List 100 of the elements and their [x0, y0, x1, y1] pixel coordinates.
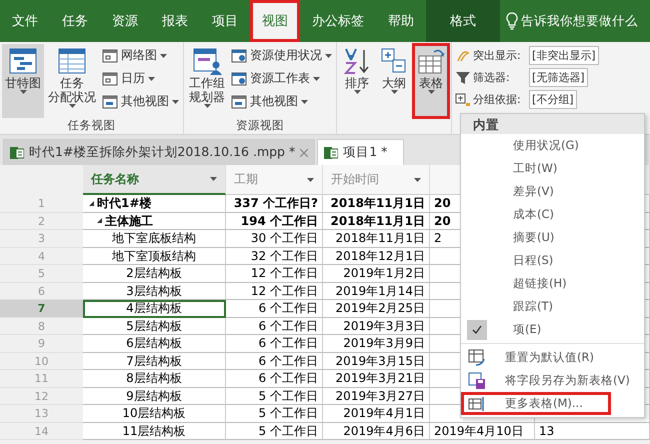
menu-item[interactable]: 日程(S): [461, 249, 644, 272]
filter-icon: [455, 70, 471, 86]
dropdown-arrow-icon: [210, 177, 217, 181]
ribbon-tab[interactable]: 办公标签: [300, 0, 376, 42]
table-cell: 2019年3月15日: [323, 352, 430, 370]
ribbon-button[interactable]: 资源使用状况: [229, 46, 334, 65]
caret-icon: [428, 90, 434, 94]
team-planner-icon: [192, 46, 222, 76]
table-cell: 6 个工作日: [226, 318, 323, 335]
project-file-icon: [324, 146, 338, 160]
caret-icon: [148, 76, 155, 80]
ribbon-button[interactable]: 日历: [100, 69, 181, 88]
table-cell: 2018年11月1日: [323, 230, 430, 248]
table-cell: 2019年4月1日: [323, 405, 430, 422]
caret-icon: [160, 54, 167, 58]
table-cell: 2019年4月10日: [430, 422, 535, 440]
table-cell: 194 个工作日: [226, 212, 323, 230]
ribbon-button[interactable]: 工作组 规划器: [186, 44, 228, 118]
gantt-chart-icon: [8, 46, 38, 76]
table-cell: 地下室底板结构: [83, 230, 226, 248]
ribbon-tab[interactable]: 视图: [250, 0, 300, 42]
dropdown-field[interactable]: [无筛选器]: [529, 68, 588, 87]
lightbulb-icon: [506, 12, 518, 30]
table-cell: 6 个工作日: [226, 335, 323, 352]
view-icon: [102, 48, 118, 64]
group-label: 资源视图: [235, 118, 285, 134]
reset-table-icon: [468, 348, 486, 366]
menu-item[interactable]: 项(E): [461, 318, 644, 341]
view-icon: [102, 94, 118, 110]
ribbon-button[interactable]: 大纲: [376, 44, 412, 118]
ribbon-button[interactable]: 任务 分配状况: [45, 44, 99, 118]
ribbon-button[interactable]: 其他视图: [229, 92, 334, 111]
ribbon-button[interactable]: 表格: [413, 44, 449, 118]
field-label: 突出显示:: [473, 48, 522, 63]
ribbon-tab[interactable]: 报表: [150, 0, 200, 42]
ribbon-tab[interactable]: 资源: [100, 0, 150, 42]
table-cell: 6层结构板: [83, 335, 226, 352]
column-header[interactable]: 任务名称: [83, 165, 226, 195]
menu-item[interactable]: 使用状况(G): [461, 134, 644, 157]
caret-icon: [172, 100, 179, 104]
ribbon-button[interactable]: 网络图: [100, 46, 181, 65]
resource-sheet-icon: [231, 48, 247, 64]
ribbon-tab[interactable]: 任务: [50, 0, 100, 42]
document-tab[interactable]: 项目1 *: [317, 139, 404, 165]
ribbon-button[interactable]: 甘特图: [2, 44, 44, 118]
caret-icon: [20, 90, 26, 94]
collapse-icon[interactable]: [97, 218, 102, 224]
ribbon-tab[interactable]: 项目: [200, 0, 250, 42]
ribbon-tab[interactable]: 文件: [0, 0, 50, 42]
menu-item[interactable]: 重置为默认值(R): [461, 346, 644, 369]
caret-icon: [204, 104, 210, 108]
dropdown-arrow-icon: [414, 178, 421, 182]
table-cell: 地下室顶板结构: [83, 248, 226, 265]
dropdown-field[interactable]: [不分组]: [529, 90, 577, 109]
table-cell: 2019年1月2日: [323, 265, 430, 282]
caret-icon: [325, 54, 332, 58]
menu-item[interactable]: 跟踪(T): [461, 295, 644, 318]
field-label: 筛选器:: [473, 70, 511, 85]
resource-sheet-icon: [231, 70, 247, 86]
collapse-icon[interactable]: [89, 200, 94, 206]
caret-icon: [354, 90, 360, 94]
ribbon-button[interactable]: 其他视图: [100, 92, 181, 111]
ribbon-tab[interactable]: 帮助: [376, 0, 426, 42]
table-cell: 2018年11月1日: [323, 212, 430, 230]
caret-icon: [313, 76, 320, 80]
dropdown-arrow-icon: [307, 178, 314, 182]
group-label: 任务视图: [66, 118, 116, 134]
table-cell: 337 个工作日?: [226, 195, 323, 212]
table-cell: 6 个工作日: [226, 352, 323, 370]
menu-item[interactable]: 更多表格(M)...: [461, 392, 611, 415]
table-icon: [468, 394, 486, 412]
table-cell: 5 个工作日: [226, 422, 323, 440]
ribbon-button[interactable]: 排序: [339, 44, 375, 118]
table-cell: 2019年1月14日: [323, 282, 430, 300]
menu-item[interactable]: 超链接(H): [461, 272, 644, 295]
table-cell: 4层结构板: [83, 300, 226, 318]
table-cell: 32 个工作日: [226, 248, 323, 265]
caret-icon: [301, 100, 308, 104]
table-cell: 2019年3月9日: [323, 335, 430, 352]
row-number[interactable]: 7: [0, 300, 83, 318]
menu-item[interactable]: 将字段另存为新表格(V): [461, 369, 644, 392]
calendar-icon: [102, 70, 118, 86]
caret-icon: [390, 90, 398, 94]
table-cell: 9层结构板: [83, 388, 226, 405]
table-cell: 3层结构板: [83, 282, 226, 300]
table-cell: 5 个工作日: [226, 388, 323, 405]
table-cell: 12 个工作日: [226, 265, 323, 282]
document-tab[interactable]: 时代1#楼至拆除外架计划2018.10.16 .mpp *: [3, 139, 316, 165]
table-cell: 11层结构板: [83, 422, 226, 440]
project-file-icon: [10, 146, 24, 160]
table-cell: 2019年3月27日: [323, 388, 430, 405]
ribbon-button[interactable]: 资源工作表: [229, 69, 334, 88]
table-cell: 30 个工作日: [226, 230, 323, 248]
tell-me-field[interactable]: 告诉我你想要做什么: [521, 12, 638, 30]
menu-item[interactable]: 工时(W): [461, 157, 644, 180]
ribbon-tab[interactable]: 格式: [426, 0, 500, 42]
table-cell: 2018年11月1日: [323, 195, 430, 212]
task-name: 时代1#楼: [97, 195, 152, 212]
dropdown-field[interactable]: [非突出显示]: [529, 46, 599, 65]
table-cell: 10层结构板: [83, 405, 226, 422]
